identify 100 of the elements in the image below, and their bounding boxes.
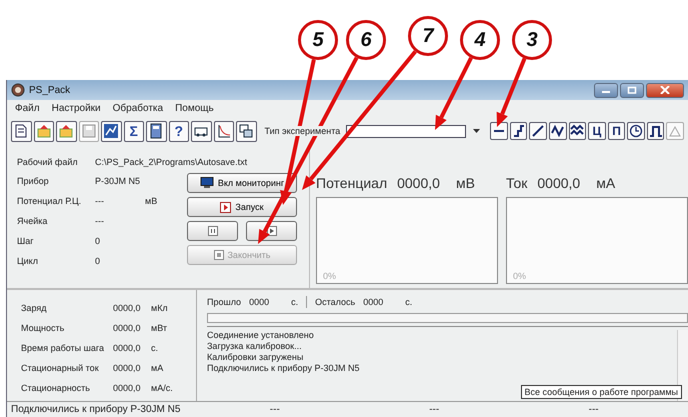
log-message: Загрузка калибровок... <box>207 341 303 352</box>
stat-value: 0000,0 <box>113 323 142 333</box>
close-icon <box>660 86 670 94</box>
tooltip: Все сообщения о работе программы <box>520 385 682 399</box>
unit-label: мА <box>151 363 164 373</box>
multiwave-icon <box>570 124 584 138</box>
field-label: Шаг <box>17 236 35 246</box>
maximize-button[interactable] <box>620 82 644 98</box>
callout-number: 7 <box>408 16 448 56</box>
unit-label: мВт <box>151 323 168 333</box>
play-icon <box>220 202 232 212</box>
toolbar-button[interactable]: Ц <box>588 122 606 140</box>
save-icon <box>80 123 97 139</box>
monitor-button[interactable]: Вкл мониторинг <box>187 173 297 193</box>
menu-item[interactable]: Обработка <box>112 103 164 114</box>
field-label: Рабочий файл <box>17 157 79 167</box>
meter-value: 0000,0 <box>537 175 580 193</box>
stat-value: 0000,0 <box>113 303 142 313</box>
open-button[interactable] <box>34 120 54 142</box>
file-path: C:\PS_Pack_2\Programs\Autosave.txt <box>95 157 248 167</box>
new-icon <box>13 123 30 139</box>
scale-label: 0% <box>513 271 526 281</box>
unit-label: мА <box>596 175 616 193</box>
pulse-icon <box>648 124 663 138</box>
pulse-button[interactable] <box>646 122 664 140</box>
clock-button[interactable] <box>627 122 645 140</box>
stat-value: 0000,0 <box>113 343 142 353</box>
meter-value: 0000,0 <box>397 175 440 193</box>
stat-label: Стационарный ток <box>21 363 100 373</box>
pause-button[interactable] <box>187 221 238 241</box>
step-icon <box>512 124 526 138</box>
open-icon <box>36 123 52 139</box>
calc-button[interactable] <box>146 120 166 142</box>
field-value: 0 <box>95 236 102 246</box>
field-value: 0 <box>95 256 102 266</box>
scroll-bar[interactable] <box>677 330 688 401</box>
close-button[interactable] <box>646 82 684 98</box>
toolbar-button[interactable]: Σ <box>124 120 144 142</box>
stat-label: Мощность <box>21 323 66 333</box>
callout-number: 5 <box>298 20 338 60</box>
status-text: --- <box>428 404 440 415</box>
wave-icon <box>550 124 565 138</box>
field-value: P-30JM N5 <box>95 176 142 186</box>
callout-number: 6 <box>346 20 386 60</box>
toolbar-button[interactable]: П <box>608 122 626 140</box>
stat-label: Стационарность <box>21 383 91 393</box>
callout-number: 3 <box>512 20 552 60</box>
device-button[interactable] <box>191 120 212 142</box>
field-label: Цикл <box>17 256 39 266</box>
minimize-button[interactable] <box>594 82 618 98</box>
open-icon <box>58 123 74 139</box>
wave-button[interactable] <box>548 122 567 140</box>
calc-icon <box>148 123 164 139</box>
unit-label: с. <box>405 297 412 307</box>
app-icon <box>11 83 25 97</box>
log-message: Соединение установлено <box>207 330 315 341</box>
remaining-value: 0000 <box>363 297 384 307</box>
elapsed-value: 0000 <box>249 297 270 307</box>
meter-label: Ток <box>506 175 528 193</box>
status-text: --- <box>268 404 281 415</box>
experiment-type-dropdown[interactable] <box>346 124 480 138</box>
curve-button[interactable] <box>214 120 234 142</box>
windows-button[interactable] <box>236 120 256 142</box>
callout-number: 4 <box>460 20 500 60</box>
meter-label: Потенциал <box>316 175 388 193</box>
unit-label: мКл <box>151 303 168 313</box>
triangle-icon <box>668 124 682 138</box>
field-label: Ячейка <box>17 216 48 226</box>
maximize-icon <box>627 86 637 94</box>
dropdown-arrow-icon <box>473 129 480 133</box>
chart-button[interactable] <box>101 120 122 142</box>
new-button[interactable] <box>11 120 32 142</box>
unit-label: с. <box>151 343 158 353</box>
callout-arrow <box>496 58 526 127</box>
menu-item[interactable]: Помощь <box>175 103 214 114</box>
stat-value: 0000,0 <box>113 383 142 393</box>
stat-label: Время работы шага <box>21 343 105 353</box>
scale-label: 0% <box>323 271 336 281</box>
hline-button[interactable] <box>490 122 508 140</box>
log-message: Подключились к прибору P-30JM N5 <box>207 363 360 374</box>
windows-icon <box>238 123 254 139</box>
pause-icon <box>208 226 218 236</box>
field-value: --- <box>95 216 105 226</box>
stat-label: Заряд <box>21 303 48 313</box>
unit-label: мА/с. <box>151 383 173 393</box>
menu-item[interactable]: Файл <box>15 103 40 114</box>
field-value: --- <box>95 196 105 206</box>
unit-label: мВ <box>145 196 158 206</box>
start-button[interactable]: Запуск <box>187 197 297 217</box>
field-label: Потенциал Р.Ц. <box>17 196 82 206</box>
ramp-button[interactable] <box>529 122 547 140</box>
curve-icon <box>216 123 232 139</box>
open-button[interactable] <box>56 120 76 142</box>
menu-item[interactable]: Настройки <box>52 103 101 114</box>
window-title: PS_Pack <box>29 84 70 96</box>
elapsed-label: Прошло <box>207 297 242 307</box>
stop-icon <box>214 250 224 260</box>
multiwave-button[interactable] <box>568 122 586 140</box>
step-button[interactable] <box>510 122 528 140</box>
toolbar-button[interactable]: ? <box>168 120 189 142</box>
